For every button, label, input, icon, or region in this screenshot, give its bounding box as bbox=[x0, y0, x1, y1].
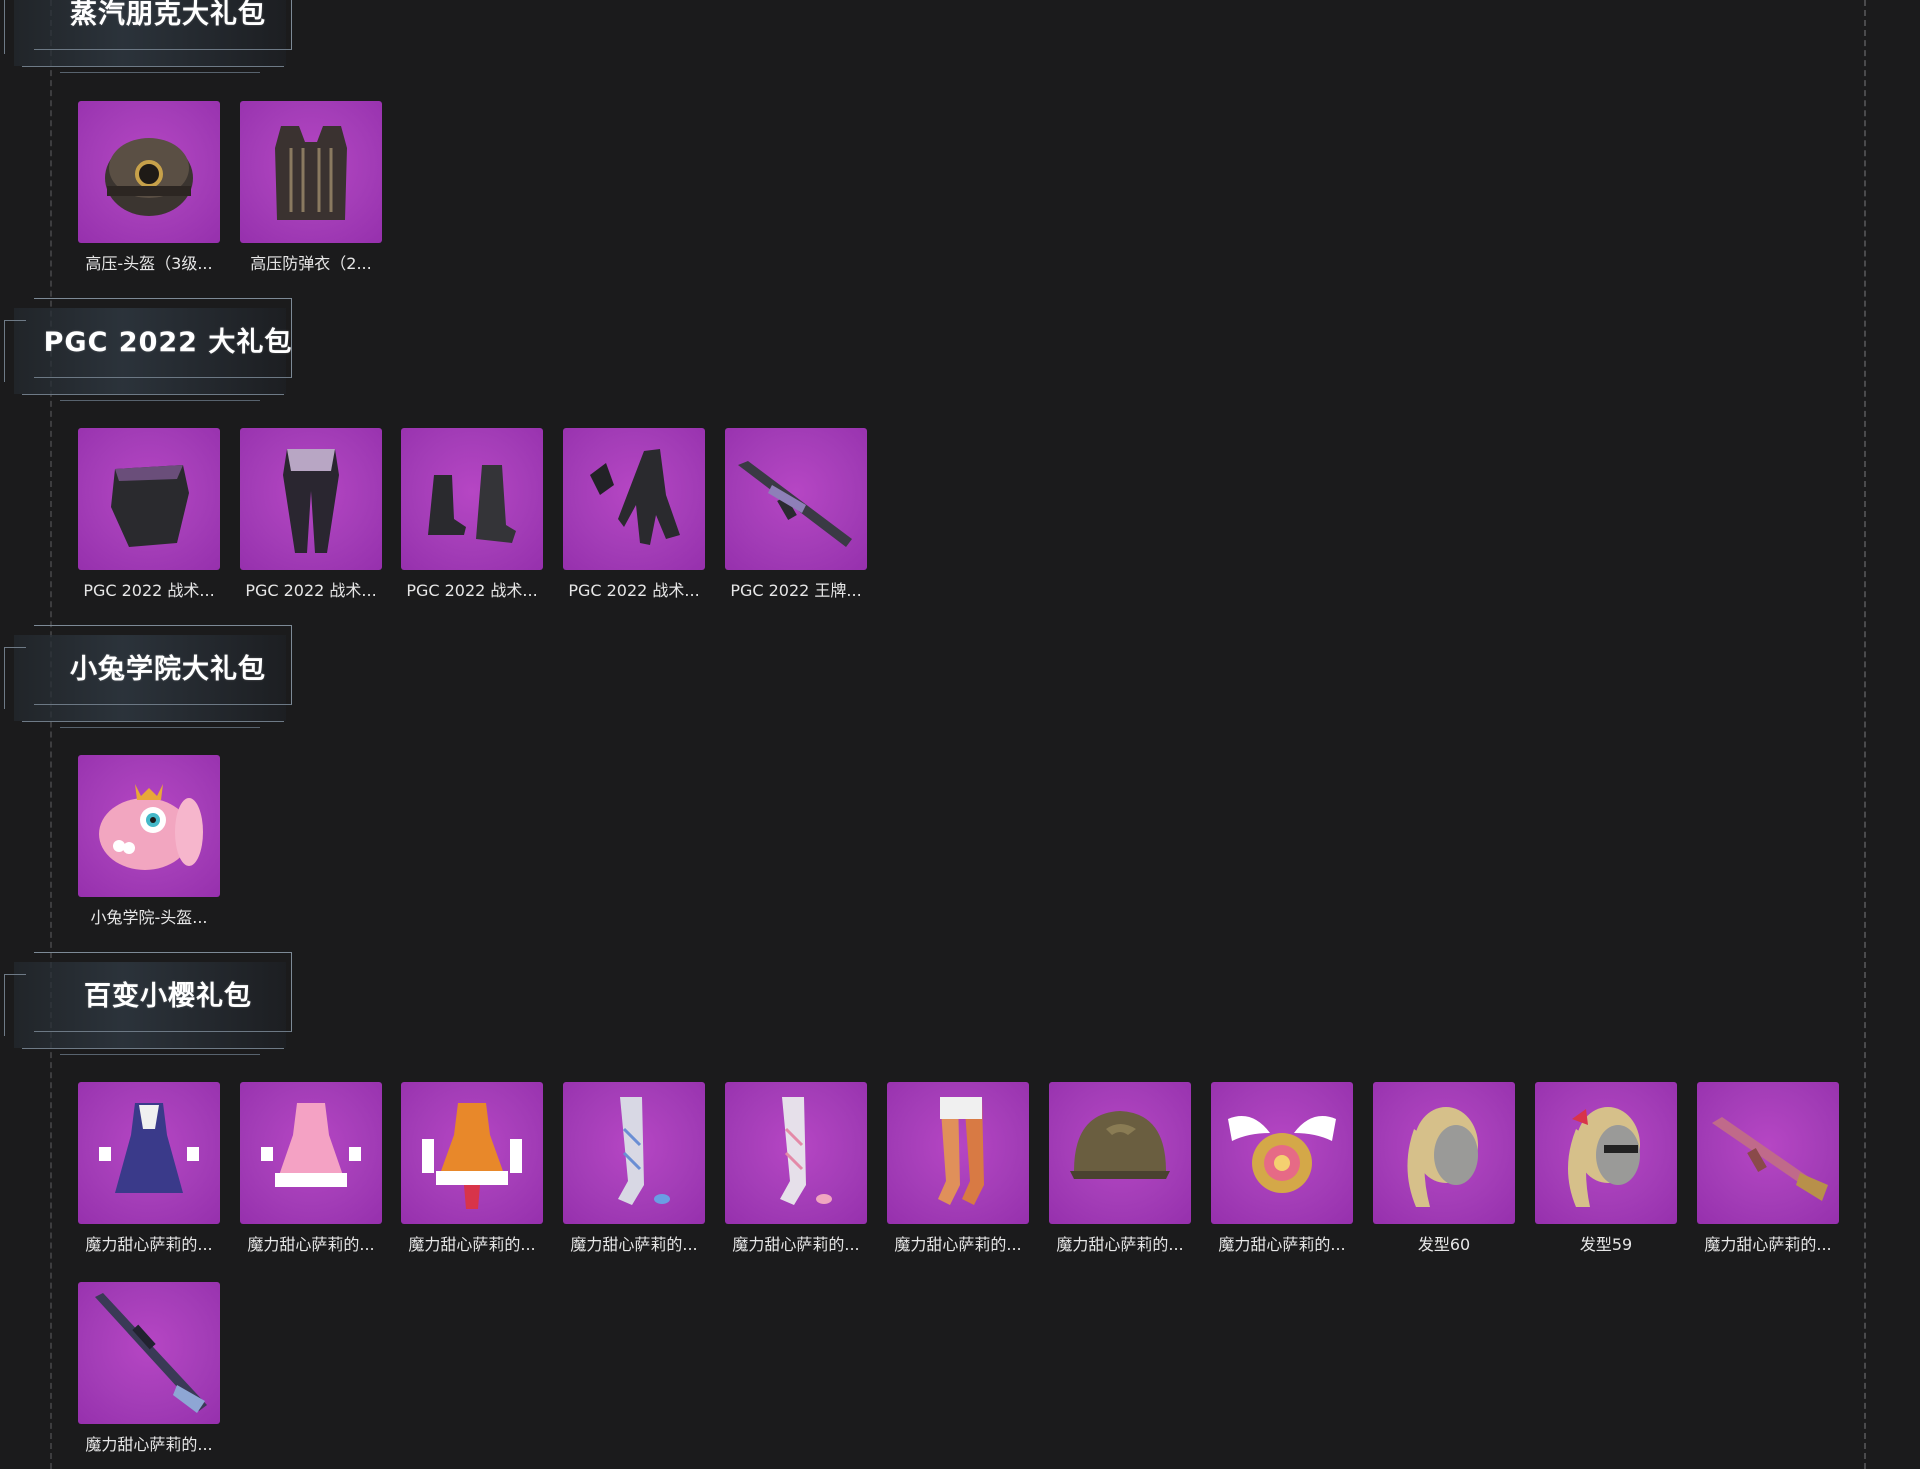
item-card[interactable]: PGC 2022 战术... bbox=[78, 428, 220, 601]
dress-icon bbox=[240, 1082, 382, 1224]
item-label: 高压防弹衣（2... bbox=[250, 254, 372, 273]
item-card[interactable]: 魔力甜心萨莉的... bbox=[78, 1282, 220, 1455]
inventory-page: 蒸汽朋克大礼包 PGC 2022 大礼包 小兔学院大礼包 百变小樱礼包 高压-头… bbox=[0, 0, 1920, 1469]
mask-icon bbox=[78, 428, 220, 570]
gloves-icon bbox=[563, 428, 705, 570]
section-title: PGC 2022 大礼包 bbox=[43, 327, 293, 358]
item-label: 魔力甜心萨莉的... bbox=[85, 1435, 213, 1454]
item-label: 魔力甜心萨莉的... bbox=[408, 1235, 536, 1254]
section-title: 蒸汽朋克大礼包 bbox=[70, 0, 266, 30]
item-card[interactable]: 小兔学院-头盔... bbox=[78, 755, 220, 928]
header-bracket bbox=[4, 0, 26, 54]
section-title: 百变小樱礼包 bbox=[84, 981, 252, 1012]
section-header-bunny: 小兔学院大礼包 bbox=[0, 625, 300, 731]
helmet-icon bbox=[78, 101, 220, 243]
panel-border bbox=[1864, 0, 1866, 1469]
item-card[interactable]: 发型60 bbox=[1373, 1082, 1515, 1255]
item-label: 魔力甜心萨莉的... bbox=[894, 1235, 1022, 1254]
item-card[interactable]: 高压-头盔（3级... bbox=[78, 101, 220, 274]
tree-guide-line bbox=[50, 0, 52, 1469]
item-card[interactable]: 魔力甜心萨莉的... bbox=[887, 1082, 1029, 1255]
header-underline bbox=[22, 394, 284, 395]
item-card[interactable]: PGC 2022 战术... bbox=[563, 428, 705, 601]
hairstyle-icon bbox=[1373, 1082, 1515, 1224]
header-underline bbox=[60, 72, 260, 73]
pants-icon bbox=[240, 428, 382, 570]
item-label: 发型60 bbox=[1417, 1235, 1471, 1254]
item-label: 魔力甜心萨莉的... bbox=[1056, 1235, 1184, 1254]
section-title: 小兔学院大礼包 bbox=[70, 654, 266, 685]
boots-icon bbox=[401, 428, 543, 570]
header-bracket bbox=[4, 647, 26, 709]
stockings-icon bbox=[887, 1082, 1029, 1224]
bunny-helmet-icon bbox=[78, 755, 220, 897]
winged-backpack-icon bbox=[1211, 1082, 1353, 1224]
item-label: PGC 2022 王牌... bbox=[730, 581, 862, 600]
item-card[interactable]: 魔力甜心萨莉的... bbox=[240, 1082, 382, 1255]
item-card[interactable]: 魔力甜心萨莉的... bbox=[1049, 1082, 1191, 1255]
item-card[interactable]: 发型59 bbox=[1535, 1082, 1677, 1255]
dress-icon bbox=[78, 1082, 220, 1224]
item-card[interactable]: 魔力甜心萨莉的... bbox=[1211, 1082, 1353, 1255]
item-label: 高压-头盔（3级... bbox=[85, 254, 213, 273]
item-card[interactable]: 魔力甜心萨莉的... bbox=[563, 1082, 705, 1255]
header-underline bbox=[22, 66, 284, 67]
item-label: PGC 2022 战术... bbox=[245, 581, 377, 600]
header-bracket bbox=[4, 320, 26, 382]
dress-icon bbox=[401, 1082, 543, 1224]
item-label: 魔力甜心萨莉的... bbox=[85, 1235, 213, 1254]
item-label: 魔力甜心萨莉的... bbox=[1704, 1235, 1832, 1254]
item-label: PGC 2022 战术... bbox=[568, 581, 700, 600]
rifle-icon bbox=[725, 428, 867, 570]
header-underline bbox=[60, 400, 260, 401]
section-header-steampunk: 蒸汽朋克大礼包 bbox=[0, 0, 300, 76]
rifle-icon bbox=[1697, 1082, 1839, 1224]
item-label: 魔力甜心萨莉的... bbox=[570, 1235, 698, 1254]
helmet-icon bbox=[1049, 1082, 1191, 1224]
stockings-icon bbox=[563, 1082, 705, 1224]
item-label: PGC 2022 战术... bbox=[83, 581, 215, 600]
section-header-pgc: PGC 2022 大礼包 bbox=[0, 298, 300, 404]
item-card[interactable]: 高压防弹衣（2... bbox=[240, 101, 382, 274]
header-underline bbox=[22, 1048, 284, 1049]
item-card[interactable]: 魔力甜心萨莉的... bbox=[401, 1082, 543, 1255]
header-underline bbox=[60, 1054, 260, 1055]
item-card[interactable]: PGC 2022 战术... bbox=[240, 428, 382, 601]
vest-icon bbox=[240, 101, 382, 243]
item-card[interactable]: PGC 2022 王牌... bbox=[725, 428, 867, 601]
item-label: 发型59 bbox=[1579, 1235, 1633, 1254]
hairstyle-icon bbox=[1535, 1082, 1677, 1224]
item-label: 小兔学院-头盔... bbox=[90, 908, 208, 927]
item-card[interactable]: PGC 2022 战术... bbox=[401, 428, 543, 601]
item-card[interactable]: 魔力甜心萨莉的... bbox=[78, 1082, 220, 1255]
item-label: 魔力甜心萨莉的... bbox=[732, 1235, 860, 1254]
header-underline bbox=[60, 727, 260, 728]
item-label: 魔力甜心萨莉的... bbox=[247, 1235, 375, 1254]
item-card[interactable]: 魔力甜心萨莉的... bbox=[725, 1082, 867, 1255]
section-header-sakura: 百变小樱礼包 bbox=[0, 952, 300, 1058]
item-label: PGC 2022 战术... bbox=[406, 581, 538, 600]
item-label: 魔力甜心萨莉的... bbox=[1218, 1235, 1346, 1254]
sniper-rifle-icon bbox=[78, 1282, 220, 1424]
header-underline bbox=[22, 721, 284, 722]
item-card[interactable]: 魔力甜心萨莉的... bbox=[1697, 1082, 1839, 1255]
stockings-icon bbox=[725, 1082, 867, 1224]
header-bracket bbox=[4, 974, 26, 1036]
